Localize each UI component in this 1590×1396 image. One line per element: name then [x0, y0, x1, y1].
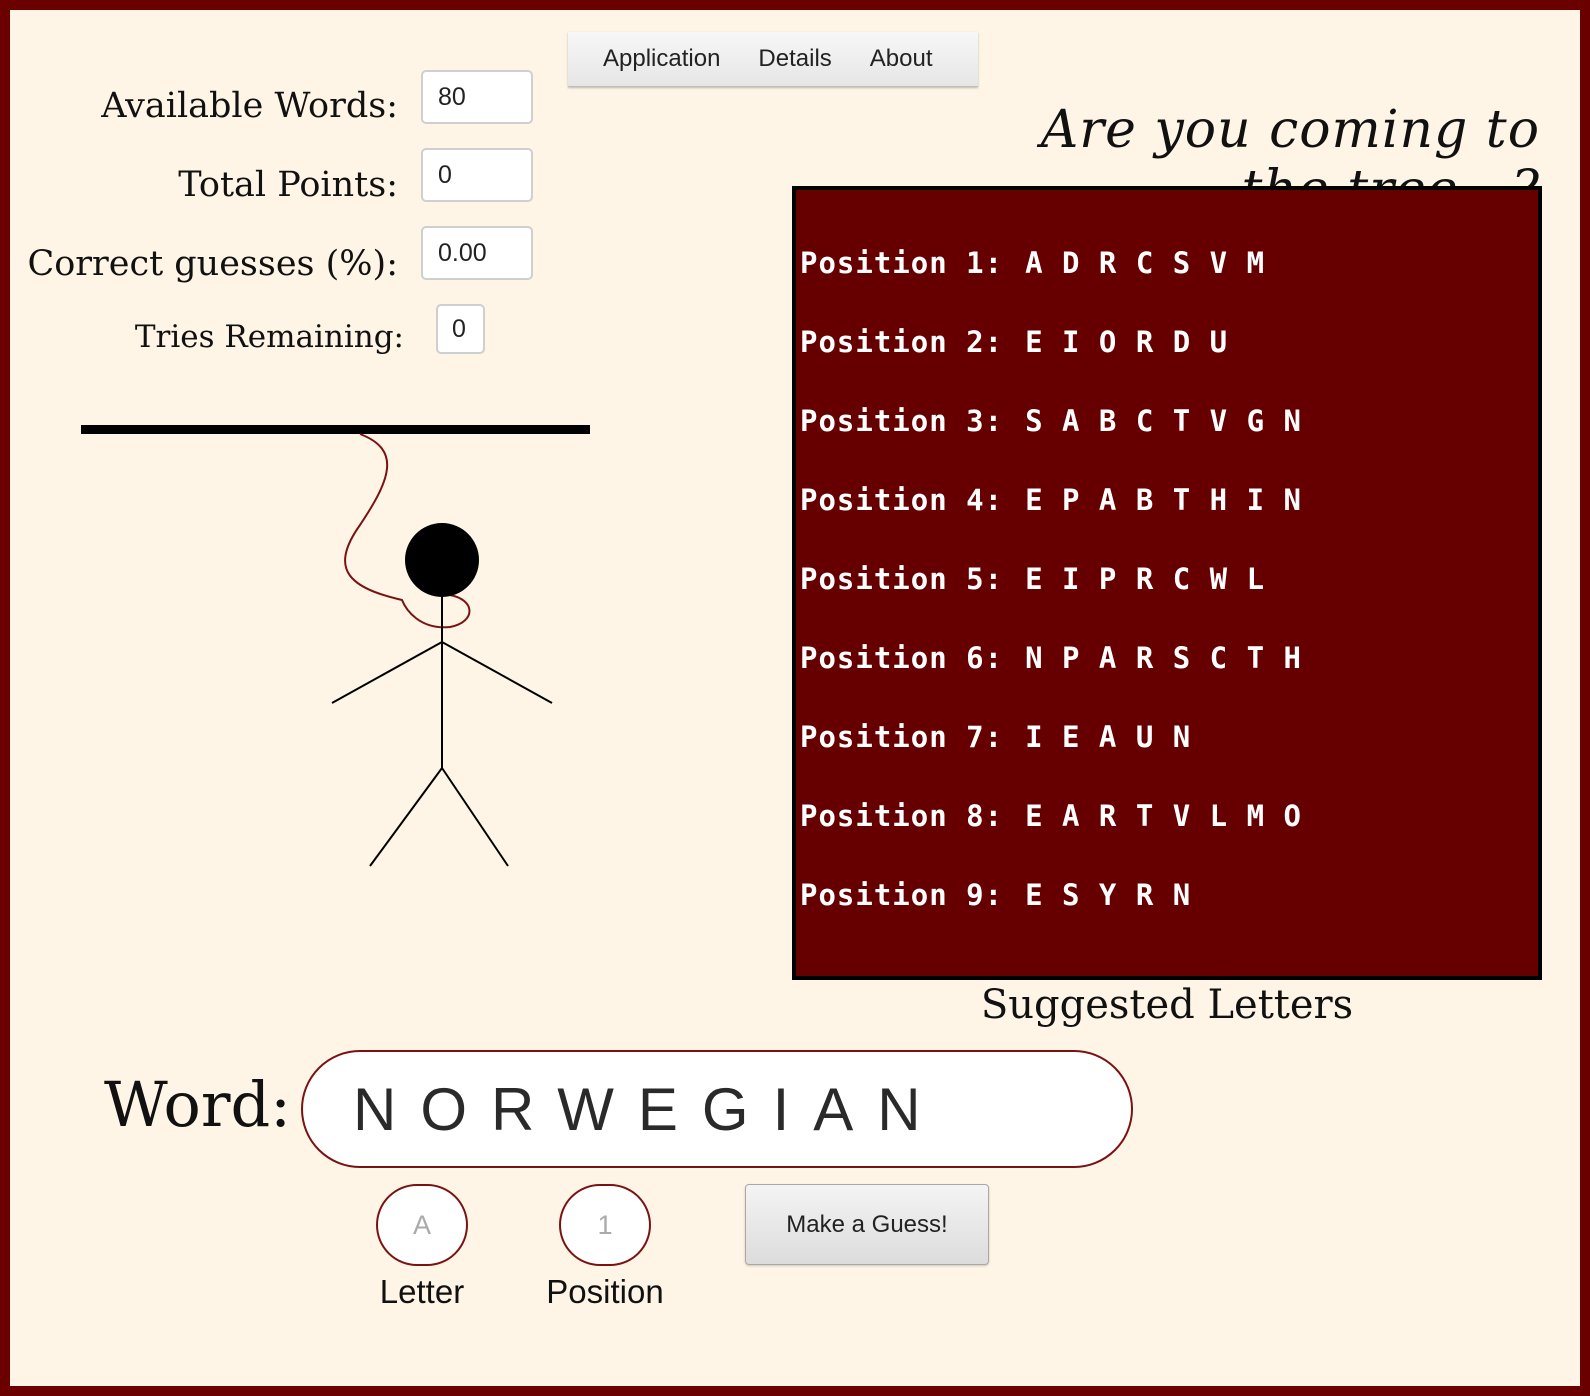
- position-caption: Position: [546, 1273, 664, 1310]
- hangman-right-arm: [441, 641, 553, 704]
- make-guess-button[interactable]: Make a Guess!: [745, 1184, 989, 1265]
- app-window: Application Details About Available Word…: [0, 0, 1590, 1396]
- suggestion-row: Position 5: E I P R C W L: [800, 562, 1264, 602]
- suggestion-row: Position 1: A D R C S V M: [800, 246, 1264, 286]
- position-label: Position 8:: [800, 799, 1004, 833]
- suggestion-row: Position 7: I E A U N: [800, 720, 1190, 760]
- position-label: Position 3:: [800, 404, 1004, 438]
- suggestion-row: Position 2: E I O R D U: [800, 325, 1227, 365]
- hangman-left-arm: [331, 641, 443, 704]
- letter-caption: Letter: [379, 1273, 465, 1310]
- position-letters: E A R T V L M O: [1025, 799, 1301, 833]
- position-label: Position 6:: [800, 641, 1004, 675]
- hangman-head: [405, 523, 479, 597]
- position-letters: E S Y R N: [1025, 878, 1191, 912]
- position-letters: N P A R S C T H: [1025, 641, 1301, 675]
- position-label: Position 9:: [800, 878, 1004, 912]
- suggested-letters-caption: Suggested Letters: [980, 982, 1354, 1028]
- suggestion-row: Position 6: N P A R S C T H: [800, 641, 1301, 681]
- suggested-letters-panel: Position 1: A D R C S V M Position 2: E …: [792, 186, 1542, 980]
- hangman-right-leg: [441, 767, 509, 867]
- position-label: Position 1:: [800, 246, 1004, 280]
- word-label: Word:: [104, 1068, 292, 1141]
- position-letters: E P A B T H I N: [1025, 483, 1301, 517]
- position-label: Position 7:: [800, 720, 1004, 754]
- position-label: Position 5:: [800, 562, 1004, 596]
- position-letters: S A B C T V G N: [1025, 404, 1301, 438]
- position-label: Position 2:: [800, 325, 1004, 359]
- letter-input[interactable]: [376, 1184, 468, 1266]
- position-letters: A D R C S V M: [1025, 246, 1265, 280]
- position-input[interactable]: [559, 1184, 651, 1266]
- suggestion-row: Position 4: E P A B T H I N: [800, 483, 1301, 523]
- word-display: NORWEGIAN: [301, 1050, 1133, 1168]
- position-letters: E I O R D U: [1025, 325, 1228, 359]
- suggestion-row: Position 8: E A R T V L M O: [800, 799, 1301, 839]
- suggestion-row: Position 9: E S Y R N: [800, 878, 1190, 918]
- position-label: Position 4:: [800, 483, 1004, 517]
- position-letters: E I P R C W L: [1025, 562, 1265, 596]
- position-letters: I E A U N: [1025, 720, 1191, 754]
- suggestion-row: Position 3: S A B C T V G N: [800, 404, 1301, 444]
- hangman-left-leg: [369, 767, 443, 867]
